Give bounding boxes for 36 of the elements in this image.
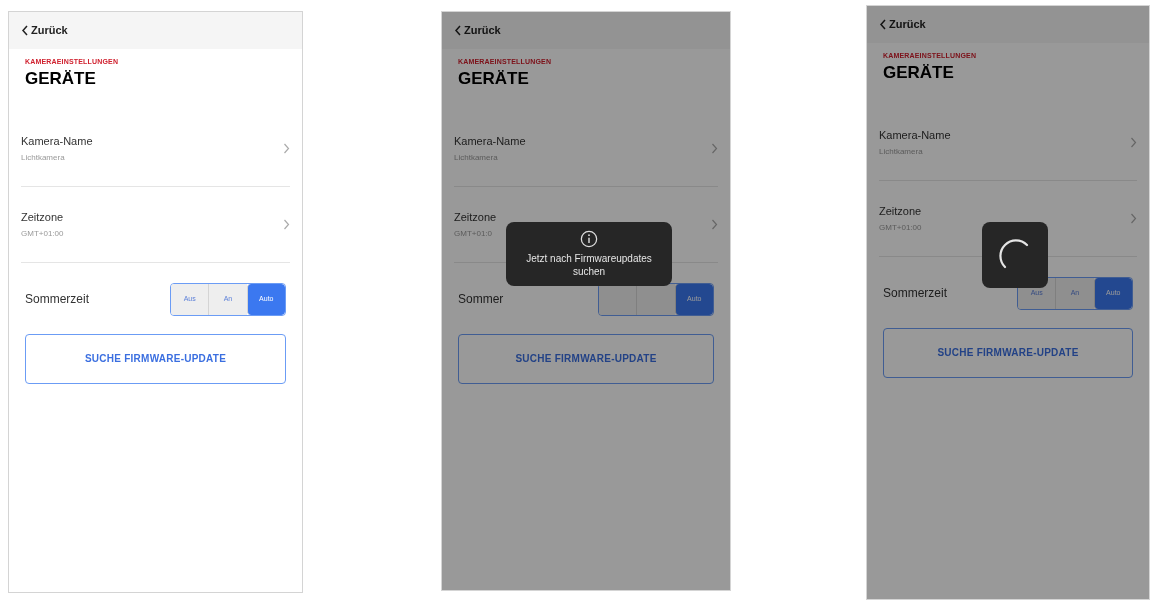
firmware-update-button[interactable]: SUCHE FIRMWARE-UPDATE	[25, 333, 286, 384]
back-button[interactable]: Zurück	[21, 22, 68, 39]
chevron-right-icon	[1130, 212, 1137, 224]
firmware-update-button[interactable]: SUCHE FIRMWARE-UPDATE	[458, 333, 714, 384]
chevron-right-icon	[711, 142, 718, 154]
firmware-update-button[interactable]: SUCHE FIRMWARE-UPDATE	[883, 327, 1133, 378]
toast-text: Jetzt nach Firmwareupdates suchen	[525, 252, 653, 278]
chevron-left-icon	[21, 25, 29, 36]
row-label: Kamera-Name	[21, 134, 93, 149]
chevron-right-icon	[283, 218, 290, 230]
settings-row[interactable]: Kamera-Name Lichtkamera	[21, 110, 290, 187]
toggle-label: Sommerzeit	[25, 291, 89, 309]
row-value: GMT+01:00	[879, 221, 922, 234]
chevron-right-icon	[711, 218, 718, 230]
back-button[interactable]: Zurück	[879, 16, 926, 33]
chevron-right-icon	[283, 142, 290, 154]
row-label: Kamera-Name	[454, 134, 526, 149]
settings-row[interactable]: Zeitzone GMT+01:00	[21, 186, 290, 263]
chevron-left-icon	[454, 25, 462, 36]
row-label: Zeitzone	[21, 210, 64, 225]
back-button[interactable]: Zurück	[454, 22, 501, 39]
page-title: GERÄTE	[883, 61, 955, 83]
chevron-left-icon	[879, 19, 887, 30]
segment-option[interactable]	[636, 283, 675, 315]
page-title: GERÄTE	[25, 67, 97, 89]
page-title: GERÄTE	[458, 67, 530, 89]
row-value: GMT+01:0	[454, 227, 493, 240]
row-label: Zeitzone	[879, 204, 922, 219]
info-icon	[580, 230, 598, 248]
toggle-label: Sommerzeit	[883, 285, 947, 303]
chevron-right-icon	[1130, 136, 1137, 148]
row-value: GMT+01:00	[21, 227, 64, 240]
toggle-label: Sommer	[458, 291, 504, 309]
row-label: Zeitzone	[454, 210, 497, 225]
row-value: Lichtkamera	[21, 151, 66, 164]
row-label: Kamera-Name	[879, 128, 951, 143]
